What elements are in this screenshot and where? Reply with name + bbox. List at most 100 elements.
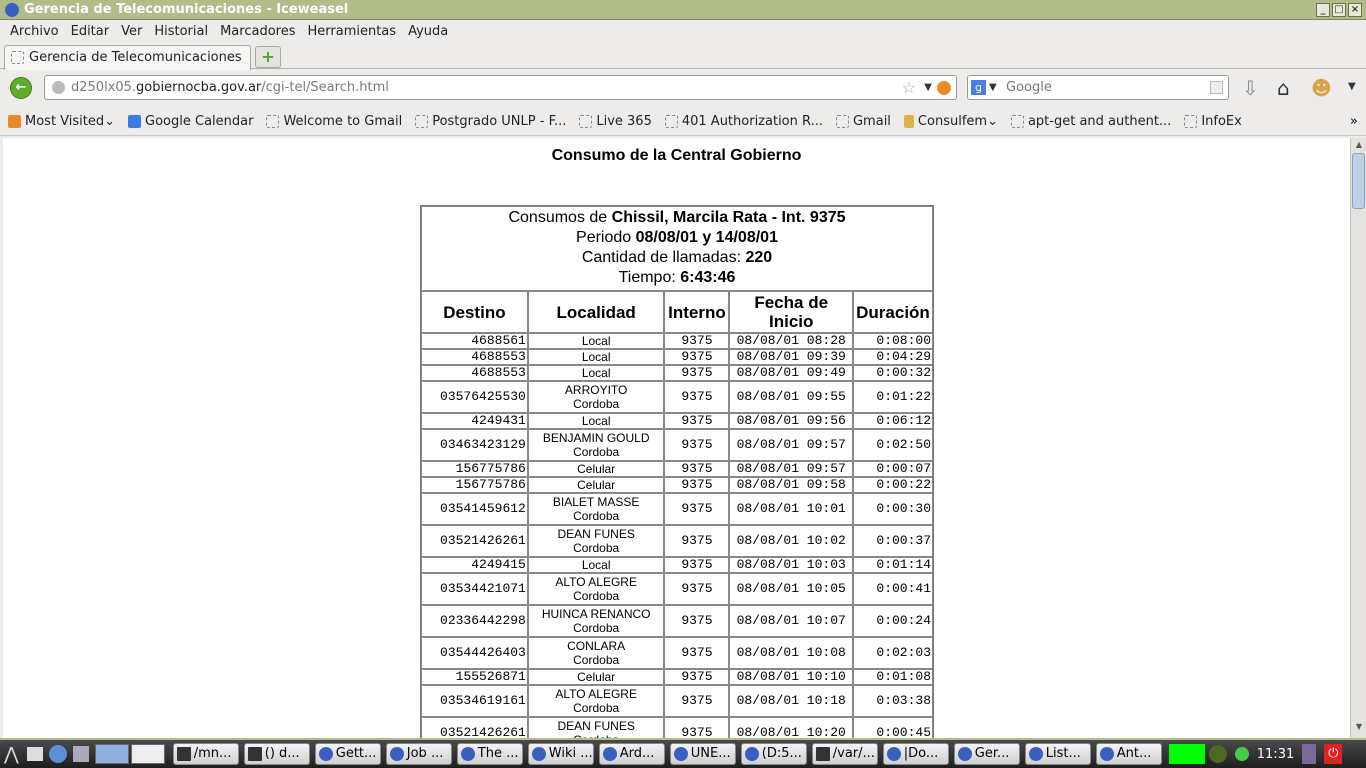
cell-destino: 03463423129 bbox=[421, 429, 528, 461]
show-desktop-icon[interactable] bbox=[26, 747, 43, 761]
bookmark-live365[interactable]: Live 365 bbox=[579, 114, 652, 129]
cell-fecha-inicio: 08/08/01 10:08 bbox=[729, 637, 853, 669]
power-icon[interactable]: ⏻ bbox=[1324, 744, 1343, 764]
cell-destino: 4249431 bbox=[421, 413, 528, 429]
browser-launcher-icon[interactable] bbox=[48, 745, 67, 763]
browser-icon bbox=[957, 747, 972, 761]
google-icon[interactable]: g bbox=[971, 80, 986, 95]
bookmark-401[interactable]: 401 Authorization R... bbox=[664, 114, 823, 129]
windows-icon[interactable] bbox=[72, 746, 89, 762]
taskbar-item[interactable]: Gett... bbox=[314, 743, 381, 765]
summary-periodo: 08/08/01 y 14/08/01 bbox=[635, 229, 778, 246]
clock[interactable]: 11:31 bbox=[1257, 747, 1294, 762]
taskbar-item[interactable]: Wiki ... bbox=[527, 743, 594, 765]
workspace-2[interactable] bbox=[130, 744, 165, 764]
window-title: Gerencia de Telecomunicaciones - Iceweas… bbox=[24, 2, 349, 17]
taskbar-item[interactable]: The ... bbox=[456, 743, 523, 765]
taskbar-item[interactable]: |Do... bbox=[882, 743, 949, 765]
menu-ver[interactable]: Ver bbox=[115, 21, 148, 43]
bookmark-consulfem[interactable]: Consulfem ⌄ bbox=[903, 114, 998, 129]
browser-icon bbox=[318, 747, 333, 761]
scroll-down-arrow-icon[interactable]: ▼ bbox=[1353, 722, 1365, 736]
page-icon bbox=[1010, 115, 1024, 128]
search-icon[interactable] bbox=[1210, 81, 1223, 94]
localidad-name: Local bbox=[581, 334, 611, 348]
greasemonkey-icon[interactable]: ☻ bbox=[1311, 76, 1332, 100]
chevron-down-icon[interactable]: ▼ bbox=[1348, 81, 1356, 92]
cell-fecha-inicio: 08/08/01 10:07 bbox=[729, 605, 853, 637]
table-row: 4688561 Local 9375 08/08/01 08:28 0:08:00 bbox=[421, 333, 933, 349]
chevron-down-icon[interactable]: ▼ bbox=[989, 76, 997, 99]
bookmark-welcome-gmail[interactable]: Welcome to Gmail bbox=[266, 114, 402, 129]
minimize-button[interactable]: _ bbox=[1316, 3, 1330, 17]
bookmarks-toolbar: Most Visited ⌄ Google Calendar Welcome to… bbox=[0, 108, 1366, 136]
cell-duracion: 0:00:22 bbox=[852, 477, 933, 493]
maximize-button[interactable]: □ bbox=[1332, 3, 1346, 17]
back-button[interactable]: ← bbox=[10, 77, 32, 99]
cell-interno: 9375 bbox=[664, 525, 730, 557]
cell-fecha-inicio: 08/08/01 09:39 bbox=[729, 349, 853, 365]
more-bookmarks-chevron-icon[interactable]: » bbox=[1350, 114, 1358, 129]
bookmark-postgrado[interactable]: Postgrado UNLP - F... bbox=[415, 114, 566, 129]
cell-duracion: 0:00:45 bbox=[852, 717, 933, 738]
cell-interno: 9375 bbox=[664, 685, 730, 717]
scroll-up-arrow-icon[interactable]: ▲ bbox=[1353, 140, 1365, 154]
taskbar-item[interactable]: /mn... bbox=[172, 743, 239, 765]
taskbar-item[interactable]: UNE... bbox=[669, 743, 736, 765]
feed-icon[interactable] bbox=[937, 81, 951, 95]
cell-duracion: 0:01:22 bbox=[852, 381, 933, 413]
cell-localidad: Local bbox=[527, 413, 665, 429]
scroll-thumb[interactable] bbox=[1352, 153, 1365, 209]
menu-herramientas[interactable]: Herramientas bbox=[302, 21, 403, 43]
summary-tiempo: 6:43:46 bbox=[680, 269, 736, 286]
vertical-scrollbar[interactable]: ▲ ▼ bbox=[1350, 138, 1366, 738]
menu-ayuda[interactable]: Ayuda bbox=[402, 21, 454, 43]
taskbar-item-label: Ard... bbox=[619, 746, 655, 761]
bookmark-star-icon[interactable]: ☆ bbox=[902, 76, 916, 99]
taskbar-item[interactable]: Ant... bbox=[1095, 743, 1162, 765]
url-bar[interactable]: d250lx05.gobiernocba.gov.ar/cgi-tel/Sear… bbox=[44, 75, 957, 100]
taskbar-item[interactable]: Ger... bbox=[953, 743, 1020, 765]
jdownloader-tray-icon[interactable] bbox=[1208, 745, 1227, 763]
summary-person: Chissil, Marcila Rata - Int. 9375 bbox=[611, 209, 846, 226]
summary-header: Consumos de Chissil, Marcila Rata - Int.… bbox=[421, 206, 933, 291]
network-tray-icon[interactable] bbox=[1234, 747, 1249, 761]
taskbar: ⋀ /mn... () d... Gett... Job ... The ... Wiki… bbox=[0, 738, 1366, 768]
chevron-down-icon[interactable]: ▼ bbox=[924, 76, 932, 99]
page-icon bbox=[1184, 115, 1198, 128]
page-icon bbox=[415, 115, 429, 128]
tab-gerencia[interactable]: Gerencia de Telecomunicaciones bbox=[4, 45, 251, 70]
menu-historial[interactable]: Historial bbox=[148, 21, 214, 43]
clock-icon bbox=[1099, 747, 1114, 761]
cell-destino: 155526871 bbox=[421, 669, 528, 685]
menu-archivo[interactable]: Archivo bbox=[4, 21, 65, 43]
page-icon bbox=[835, 115, 849, 128]
taskbar-item[interactable]: Job ... bbox=[385, 743, 452, 765]
home-icon[interactable]: ⌂ bbox=[1277, 76, 1290, 100]
cell-localidad: Celular bbox=[527, 669, 665, 685]
taskbar-item[interactable]: /var/... bbox=[811, 743, 878, 765]
taskbar-item[interactable]: List... bbox=[1024, 743, 1091, 765]
bookmark-most-visited[interactable]: Most Visited ⌄ bbox=[8, 114, 115, 129]
menu-marcadores[interactable]: Marcadores bbox=[214, 21, 301, 43]
bookmark-label: Postgrado UNLP - F... bbox=[432, 114, 567, 129]
workspace-1[interactable] bbox=[94, 744, 129, 764]
taskbar-item[interactable]: Ard... bbox=[598, 743, 665, 765]
menu-editar[interactable]: Editar bbox=[65, 21, 116, 43]
search-input[interactable]: g ▼ Google bbox=[967, 75, 1229, 100]
cell-fecha-inicio: 08/08/01 08:28 bbox=[729, 333, 853, 349]
start-menu-icon[interactable]: ⋀ bbox=[4, 744, 19, 765]
bookmark-google-calendar[interactable]: Google Calendar bbox=[128, 114, 253, 129]
taskbar-item[interactable]: () d... bbox=[243, 743, 310, 765]
calendar-icon bbox=[128, 115, 142, 128]
battery-icon[interactable] bbox=[1302, 744, 1317, 764]
bookmark-infoex[interactable]: InfoEx bbox=[1184, 114, 1242, 129]
cell-fecha-inicio: 08/08/01 09:49 bbox=[729, 365, 853, 381]
download-icon[interactable]: ⇩ bbox=[1242, 76, 1259, 100]
taskbar-item[interactable]: (D:5... bbox=[740, 743, 807, 765]
cell-interno: 9375 bbox=[664, 717, 730, 738]
bookmark-gmail[interactable]: Gmail bbox=[835, 114, 891, 129]
new-tab-button[interactable]: + bbox=[255, 46, 281, 68]
bookmark-apt-get[interactable]: apt-get and authent... bbox=[1010, 114, 1171, 129]
close-button[interactable]: × bbox=[1348, 3, 1362, 17]
